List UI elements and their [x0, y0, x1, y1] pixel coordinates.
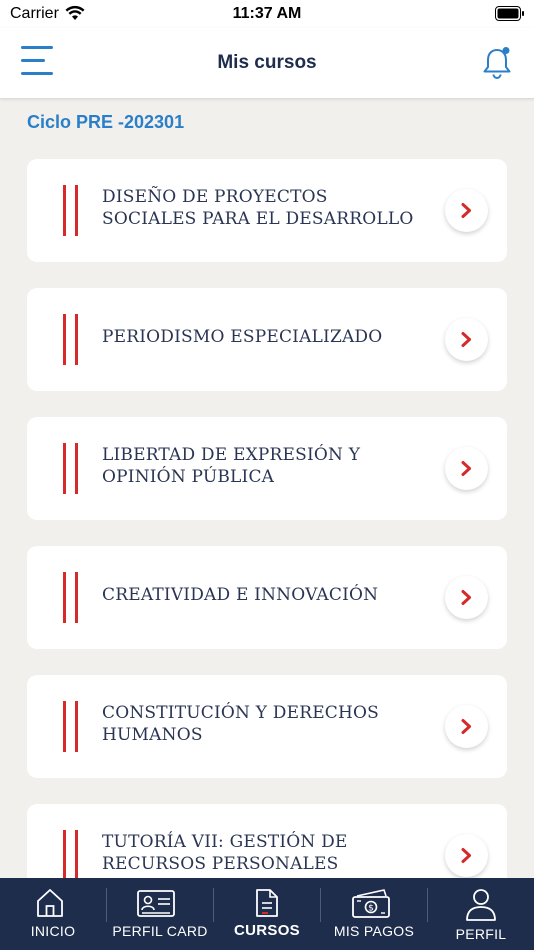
course-name-line: CONSTITUCIÓN Y DERECHOS	[102, 703, 380, 723]
home-icon	[37, 889, 63, 917]
course-name-line: TUTORÍA VII: GESTIÓN DE	[102, 832, 348, 852]
accent-bar	[63, 701, 66, 752]
accent-bar	[75, 701, 78, 752]
svg-text:$: $	[368, 904, 374, 914]
accent-bar	[63, 830, 66, 881]
course-card[interactable]: LIBERTAD DE EXPRESIÓN Y OPINIÓN PÚBLICA	[27, 417, 507, 520]
accent-bar	[63, 572, 66, 623]
tab-label: MIS PAGOS	[333, 923, 415, 939]
course-name: TUTORÍA VII: GESTIÓN DE RECURSOS PERSONA…	[102, 831, 422, 875]
battery-icon	[495, 6, 524, 21]
chevron-right-icon	[461, 590, 471, 605]
document-icon	[256, 889, 278, 917]
status-bar: Carrier 11:37 AM	[0, 0, 534, 28]
tab-cursos[interactable]: CURSOS	[214, 878, 320, 950]
user-icon	[466, 889, 496, 921]
course-name-line: RECURSOS PERSONALES	[102, 854, 339, 874]
course-name: PERIODISMO ESPECIALIZADO	[102, 326, 422, 348]
accent-bar	[75, 443, 78, 494]
chevron-right-icon	[461, 848, 471, 863]
open-course-button[interactable]	[445, 447, 488, 490]
accent-bar	[75, 830, 78, 881]
course-name-line: PERIODISMO ESPECIALIZADO	[102, 327, 383, 347]
open-course-button[interactable]	[445, 576, 488, 619]
bottom-tab-bar: INICIO PERFIL CARD CURSOS $ MIS PAGOS PE…	[0, 878, 534, 950]
accent-bar	[75, 314, 78, 365]
tab-mis-pagos[interactable]: $ MIS PAGOS	[321, 878, 427, 950]
status-time: 11:37 AM	[232, 5, 302, 22]
course-card[interactable]: CONSTITUCIÓN Y DERECHOS HUMANOS	[27, 675, 507, 778]
accent-bar	[63, 443, 66, 494]
accent-bar	[63, 314, 66, 365]
open-course-button[interactable]	[445, 705, 488, 748]
page-title: Mis cursos	[217, 52, 317, 73]
course-card[interactable]: DISEÑO DE PROYECTOS SOCIALES PARA EL DES…	[27, 159, 507, 262]
course-name-line: DISEÑO DE PROYECTOS	[102, 187, 328, 207]
chevron-right-icon	[461, 332, 471, 347]
chevron-right-icon	[461, 719, 471, 734]
course-name-line: CREATIVIDAD E INNOVACIÓN	[102, 585, 379, 605]
tab-perfil-card[interactable]: PERFIL CARD	[107, 878, 213, 950]
tab-inicio[interactable]: INICIO	[0, 878, 106, 950]
app-header: Mis cursos	[0, 28, 534, 99]
tab-label: PERFIL CARD	[112, 923, 208, 939]
money-icon: $	[352, 889, 390, 918]
open-course-button[interactable]	[445, 189, 488, 232]
course-name-line: HUMANOS	[102, 725, 203, 745]
accent-bar	[75, 185, 78, 236]
tab-perfil[interactable]: PERFIL	[428, 878, 534, 950]
notification-bell-icon[interactable]	[480, 44, 514, 80]
accent-bar	[75, 572, 78, 623]
open-course-button[interactable]	[445, 834, 488, 877]
chevron-right-icon	[461, 461, 471, 476]
course-card[interactable]: CREATIVIDAD E INNOVACIÓN	[27, 546, 507, 649]
chevron-right-icon	[461, 203, 471, 218]
course-name-line: OPINIÓN PÚBLICA	[102, 467, 275, 487]
tab-label: INICIO	[30, 923, 76, 939]
cycle-label: Ciclo PRE -202301	[27, 112, 185, 132]
course-name: CREATIVIDAD E INNOVACIÓN	[102, 584, 422, 606]
course-name-line: LIBERTAD DE EXPRESIÓN Y	[102, 445, 361, 465]
course-name-line: SOCIALES PARA EL DESARROLLO	[102, 209, 414, 229]
tab-label: PERFIL	[455, 926, 507, 942]
course-name: DISEÑO DE PROYECTOS SOCIALES PARA EL DES…	[102, 186, 422, 230]
tab-label: CURSOS	[234, 922, 300, 939]
course-name: CONSTITUCIÓN Y DERECHOS HUMANOS	[102, 702, 422, 746]
id-card-icon	[137, 890, 175, 917]
open-course-button[interactable]	[445, 318, 488, 361]
course-card[interactable]: PERIODISMO ESPECIALIZADO	[27, 288, 507, 391]
course-name: LIBERTAD DE EXPRESIÓN Y OPINIÓN PÚBLICA	[102, 444, 422, 488]
accent-bar	[63, 185, 66, 236]
